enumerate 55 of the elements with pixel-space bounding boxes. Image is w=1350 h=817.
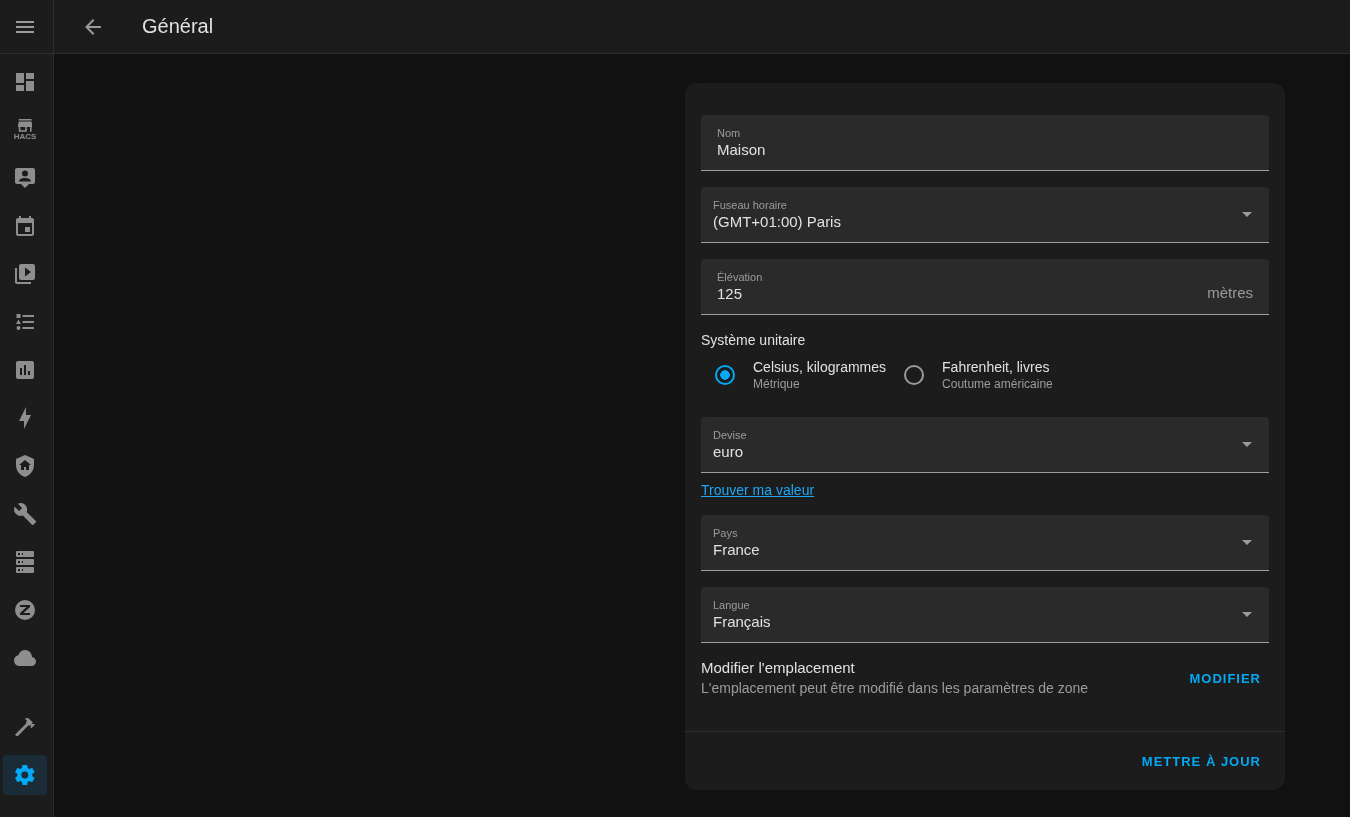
dropdown-caret-icon [1242, 212, 1252, 217]
dropdown-caret-icon [1242, 540, 1252, 545]
update-button[interactable]: METTRE À JOUR [1133, 743, 1269, 779]
option-description: Métrique [753, 376, 801, 392]
calendar-icon [16, 216, 34, 236]
field-label: Fuseau horaire [713, 198, 787, 212]
shield-home-icon [16, 455, 34, 477]
field-label: Nom [717, 126, 741, 140]
dropdown-caret-icon [1242, 442, 1252, 447]
option-label: Fahrenheit, livres [942, 358, 1051, 376]
unit-suffix: mètres [1207, 283, 1253, 303]
select-field[interactable]: Devise euro [701, 417, 1269, 473]
field-value: (GMT+01:00) Paris [713, 212, 841, 232]
location-title: Modifier l'emplacement [701, 658, 856, 678]
list-icon [15, 314, 35, 330]
field-value: Maison [717, 140, 766, 160]
sidebar-item[interactable] [3, 755, 47, 795]
field-label: Langue [713, 598, 750, 612]
radio-button[interactable] [715, 365, 735, 385]
server-icon [16, 551, 34, 573]
store-icon [17, 119, 33, 132]
chat-person-icon [15, 168, 35, 188]
wrench-icon [13, 503, 37, 525]
option-label: Celsius, kilogrammes [753, 358, 887, 376]
sidebar-item[interactable]: HACS [3, 110, 47, 150]
hammer-icon [15, 717, 35, 737]
select-field[interactable]: Fuseau horaire (GMT+01:00) Paris [701, 187, 1269, 243]
menu-icon [16, 20, 34, 33]
field-label: Devise [713, 428, 747, 442]
modify-button[interactable]: MODIFIER [1181, 660, 1269, 696]
lightning-icon [19, 407, 31, 429]
text-field[interactable]: Élévation 125 mètres [701, 259, 1269, 315]
dashboard-icon [16, 73, 34, 91]
text-field[interactable]: Nom Maison [701, 115, 1269, 171]
cloud-icon [14, 650, 36, 666]
page-title: Général [142, 15, 214, 38]
radio-button[interactable] [904, 365, 925, 385]
field-value: France [713, 540, 760, 560]
icon-caption: HACS [13, 132, 37, 141]
dropdown-caret-icon [1242, 612, 1252, 617]
back-arrow-icon [85, 18, 101, 35]
field-label: Pays [713, 526, 738, 540]
option-description: Coutume américaine [942, 376, 1053, 392]
field-label: Élévation [717, 270, 763, 284]
location-description: L'emplacement peut être modifié dans les paramètres de zone [701, 679, 1090, 698]
play-box-icon [15, 264, 35, 284]
field-value: euro [713, 442, 744, 462]
bar-chart-icon [16, 361, 34, 379]
find-value-link[interactable]: Trouver ma valeur [701, 480, 815, 500]
field-value: Français [713, 612, 771, 632]
select-field[interactable]: Pays France [701, 515, 1269, 571]
section-title: Système unitaire [701, 331, 807, 350]
field-value: 125 [717, 284, 743, 304]
settings-icon [15, 765, 35, 785]
select-field[interactable]: Langue Français [701, 587, 1269, 643]
